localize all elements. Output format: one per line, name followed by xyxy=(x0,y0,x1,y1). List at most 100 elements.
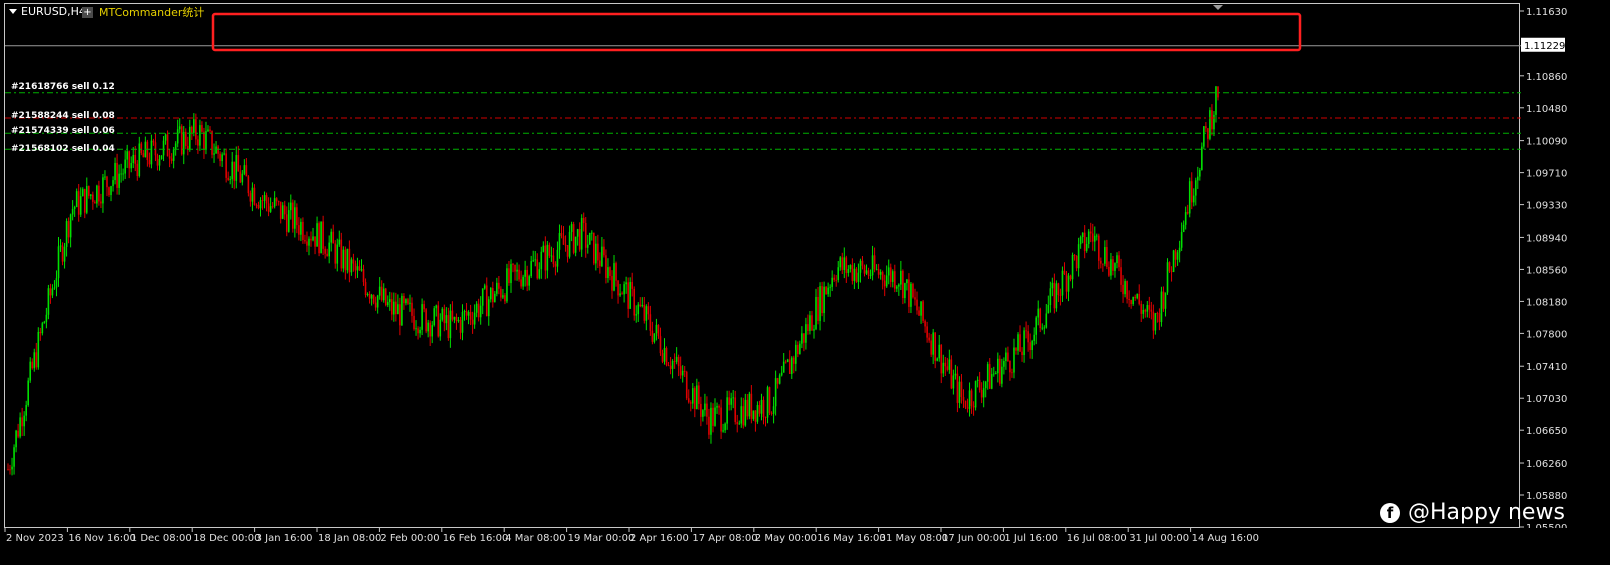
candle xyxy=(1108,261,1110,277)
candle xyxy=(102,173,104,213)
candle xyxy=(1061,266,1064,302)
candle xyxy=(740,397,743,428)
candle xyxy=(1079,235,1082,249)
candle xyxy=(932,328,934,365)
price-tick-label: 1.06260 xyxy=(1526,459,1567,470)
candle xyxy=(473,304,476,329)
candle xyxy=(338,230,341,247)
candle xyxy=(1188,177,1191,218)
chart-area[interactable] xyxy=(4,3,1521,529)
candle xyxy=(542,241,545,253)
time-tick-label: 1 Dec 08:00 xyxy=(131,533,192,544)
candle xyxy=(584,217,587,258)
expert-toggle-button[interactable]: + xyxy=(82,6,93,18)
candle xyxy=(378,277,381,300)
candle xyxy=(47,284,50,320)
chart-shift-marker-icon[interactable] xyxy=(1213,5,1223,10)
candle xyxy=(233,161,236,190)
candle xyxy=(928,332,930,343)
candle xyxy=(152,138,155,146)
candle xyxy=(918,306,920,316)
candle xyxy=(215,141,217,154)
candle xyxy=(867,267,870,280)
order-label-2[interactable]: #21588244 sell 0.08 xyxy=(11,111,115,121)
candle xyxy=(348,240,351,283)
candle xyxy=(673,353,676,369)
candle xyxy=(467,310,470,325)
candle xyxy=(154,133,157,162)
candle xyxy=(25,400,27,422)
candle xyxy=(663,338,666,365)
candle xyxy=(756,401,759,424)
candle xyxy=(259,197,262,217)
candle xyxy=(1126,280,1128,304)
candle xyxy=(700,396,702,427)
candle xyxy=(421,298,423,336)
candle xyxy=(255,203,258,209)
candle xyxy=(595,236,597,271)
candle xyxy=(100,193,102,208)
candle xyxy=(540,246,543,279)
candle xyxy=(116,153,118,195)
candle xyxy=(914,288,916,306)
candle xyxy=(716,402,718,414)
candle xyxy=(168,148,171,168)
candle xyxy=(267,197,270,217)
candle xyxy=(819,282,821,331)
candle xyxy=(1156,311,1159,323)
order-label-4[interactable]: #21568102 sell 0.04 xyxy=(11,144,115,154)
candle xyxy=(586,234,589,254)
watermark-text: @Happy news xyxy=(1408,500,1565,525)
candle xyxy=(538,262,541,280)
candle xyxy=(1128,290,1130,308)
candle xyxy=(330,228,333,252)
candle xyxy=(292,199,294,233)
candle xyxy=(556,241,559,273)
time-axis[interactable]: 2 Nov 2023 16 Nov 16:001 Dec 08:00 18 Dec … xyxy=(4,528,1520,565)
candle xyxy=(774,370,777,416)
candle xyxy=(889,263,892,288)
candle xyxy=(934,332,936,369)
price-chart[interactable] xyxy=(5,4,1521,529)
candle xyxy=(429,320,431,347)
candle xyxy=(920,301,922,324)
candle xyxy=(681,365,684,383)
candle xyxy=(413,308,415,331)
candle xyxy=(714,398,716,427)
candle xyxy=(887,259,890,285)
candle xyxy=(182,125,185,165)
candle xyxy=(71,200,74,221)
candle xyxy=(849,264,852,273)
candle xyxy=(144,136,147,158)
candle xyxy=(146,139,149,167)
candle xyxy=(786,358,789,363)
candle xyxy=(1025,321,1027,339)
candle xyxy=(1073,254,1076,261)
candle xyxy=(94,200,96,204)
dropdown-triangle-icon[interactable] xyxy=(9,9,17,14)
candle xyxy=(790,356,793,379)
candle xyxy=(350,257,353,276)
candle xyxy=(386,295,389,308)
candle xyxy=(522,274,524,290)
order-label-1[interactable]: #21618766 sell 0.12 xyxy=(11,82,115,92)
candle xyxy=(1178,240,1181,263)
candle xyxy=(372,294,375,305)
candle xyxy=(431,321,434,344)
candle xyxy=(1186,204,1189,215)
order-label-3[interactable]: #21574339 sell 0.06 xyxy=(11,126,115,136)
symbol-title[interactable]: EURUSD,H4 xyxy=(9,5,86,18)
candle xyxy=(354,260,357,279)
candle xyxy=(1132,296,1134,306)
expert-advisor-label[interactable]: + MTCommander统计 xyxy=(82,4,204,20)
candle xyxy=(306,231,308,252)
price-axis[interactable]: 1.11630 1.10860 1.10480 1.10090 1.09710 1.093… xyxy=(1520,3,1610,528)
candle xyxy=(29,357,32,383)
candle xyxy=(1029,333,1031,359)
candle xyxy=(128,150,131,179)
candle xyxy=(356,257,359,278)
candle xyxy=(1146,301,1149,318)
candle xyxy=(401,293,403,326)
candle xyxy=(803,333,805,352)
candle xyxy=(126,144,128,168)
